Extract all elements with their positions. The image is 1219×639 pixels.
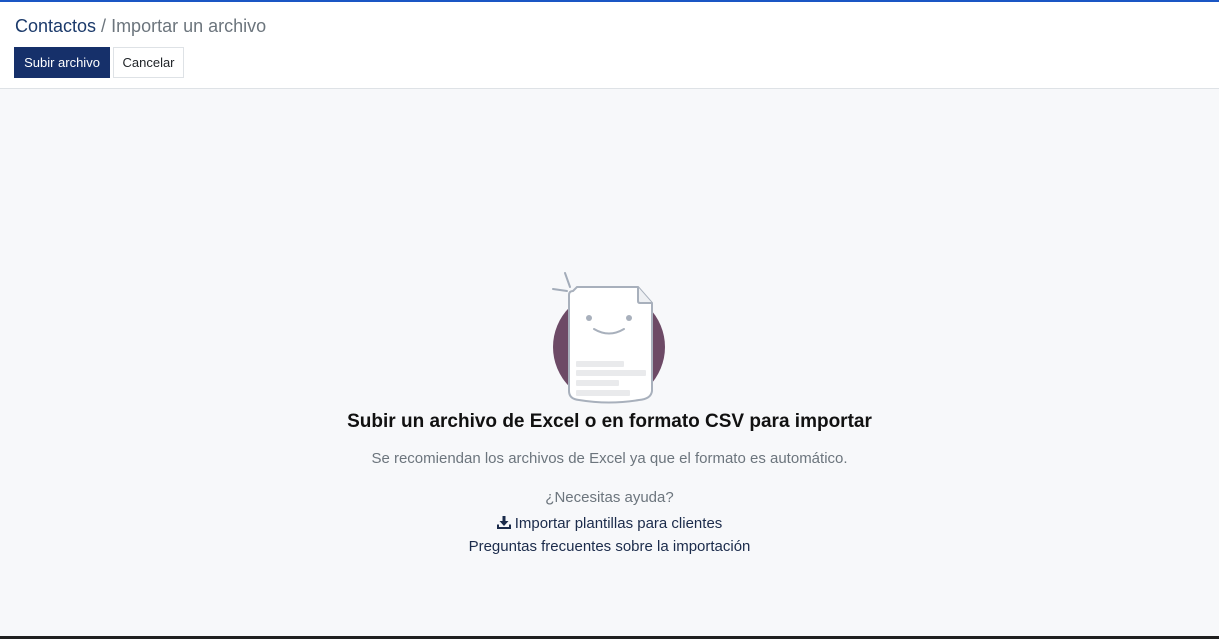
empty-state-subtitle: Se recomiendan los archivos de Excel ya … (371, 450, 848, 467)
import-faq-link[interactable]: Preguntas frecuentes sobre la importació… (469, 538, 751, 555)
breadcrumb-contactos-link[interactable]: Contactos (15, 16, 96, 36)
help-title: ¿Necesitas ayuda? (545, 489, 674, 506)
import-templates-label: Importar plantillas para clientes (514, 515, 723, 532)
smiling-document-icon (552, 272, 665, 404)
empty-state-title: Subir un archivo de Excel o en formato C… (347, 411, 872, 432)
control-panel: Contactos / Importar un archivo Subir ar… (0, 2, 1219, 89)
page: Contactos / Importar un archivo Subir ar… (0, 0, 1219, 639)
faq-row: Preguntas frecuentes sobre la importació… (0, 538, 1219, 556)
breadcrumb: Contactos / Importar un archivo (15, 15, 266, 37)
import-templates-row: Importar plantillas para clientes (0, 515, 1219, 533)
breadcrumb-separator: / (96, 16, 112, 36)
download-icon (496, 516, 511, 529)
import-templates-link[interactable]: Importar plantillas para clientes (496, 515, 723, 532)
upload-file-button[interactable]: Subir archivo (14, 47, 110, 78)
cancel-button[interactable]: Cancelar (113, 47, 184, 78)
breadcrumb-current: Importar un archivo (111, 16, 267, 36)
